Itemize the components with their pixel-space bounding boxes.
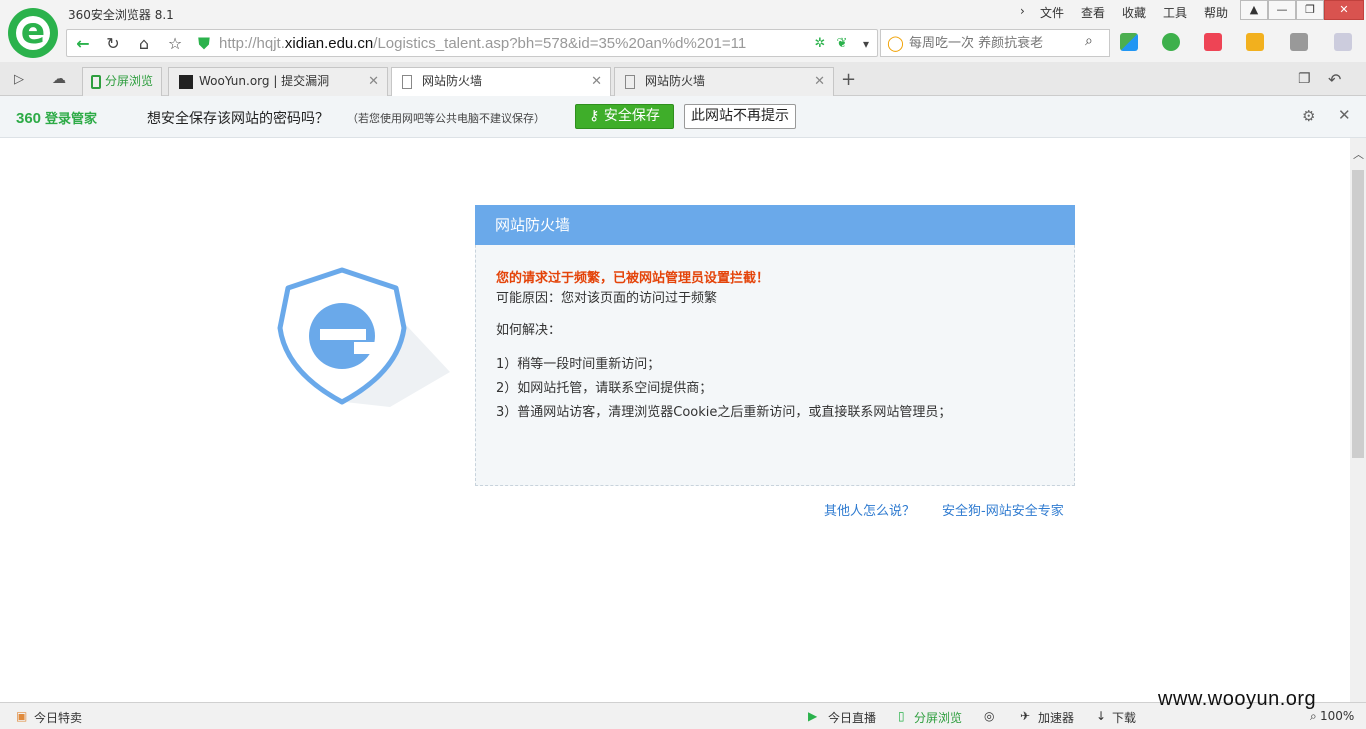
user-icon[interactable]	[1334, 33, 1352, 51]
vertical-scrollbar[interactable]: ︿	[1350, 138, 1366, 702]
search-icon[interactable]: ⌕	[1085, 33, 1093, 49]
firewall-step: 1）稍等一段时间重新访问；	[496, 357, 661, 372]
games-icon[interactable]	[1246, 33, 1264, 51]
rocket-icon[interactable]: ✈	[1020, 709, 1030, 723]
phone-icon[interactable]: ▯	[898, 709, 905, 723]
sidebar-toggle-icon[interactable]: ▷	[14, 72, 24, 87]
close-icon[interactable]: ✕	[1338, 106, 1351, 124]
chevron-down-icon[interactable]: ▾	[855, 33, 877, 55]
firewall-panel: 网站防火墙 您的请求过于频繁，已被网站管理员设置拦截！ 可能原因：您对该页面的访…	[475, 205, 1075, 486]
maximize-icon[interactable]: ❐	[1296, 0, 1324, 20]
minimize-icon[interactable]: —	[1268, 0, 1296, 20]
gift-icon[interactable]: ▣	[16, 709, 27, 723]
scrollbar-thumb[interactable]	[1352, 170, 1364, 458]
firewall-reason: 可能原因：您对该页面的访问过于频繁	[496, 291, 718, 306]
safedog-link[interactable]: 安全狗-网站安全专家	[942, 500, 1064, 519]
tab-close-icon[interactable]: ✕	[368, 68, 379, 95]
tab-split-view[interactable]: 分屏浏览	[82, 67, 162, 96]
undo-close-icon[interactable]: ↶	[1328, 70, 1341, 89]
speed-mode-icon[interactable]: ✲	[809, 33, 831, 55]
zoom-level[interactable]: 100%	[1320, 709, 1354, 723]
shield-logo-icon	[277, 267, 450, 407]
menu-tools[interactable]: 工具	[1163, 4, 1187, 21]
secure-shield-icon[interactable]: ⛊	[193, 33, 215, 55]
back-icon[interactable]: ←	[72, 33, 94, 55]
address-bar[interactable]: ← ↻ ⌂ ☆ ⛊ http://hqjt.xidian.edu.cn/Logi…	[66, 29, 878, 57]
tab-list-icon[interactable]: ❐	[1298, 71, 1311, 87]
safe-save-button[interactable]: ⚷ 安全保存	[575, 104, 674, 129]
screenshot-icon[interactable]	[1290, 33, 1308, 51]
play-icon[interactable]: ▶	[808, 709, 817, 723]
tab-bar: ▷ ☁ 分屏浏览 WooYun.org | 提交漏洞 ✕ 网站防火墙 ✕ 网站防…	[0, 62, 1366, 97]
scroll-up-icon[interactable]: ︿	[1353, 146, 1364, 162]
save-password-message: 想安全保存该网站的密码吗？	[147, 111, 329, 127]
menu-view[interactable]: 查看	[1081, 4, 1105, 21]
firewall-warning: 您的请求过于频繁，已被网站管理员设置拦截！	[496, 271, 770, 286]
firewall-how-title: 如何解决：	[496, 323, 562, 338]
security-guard-icon[interactable]	[1162, 33, 1180, 51]
split-view-link[interactable]: 分屏浏览	[914, 709, 962, 726]
phone-icon	[91, 75, 101, 89]
tab-close-icon[interactable]: ✕	[591, 68, 602, 95]
app-title: 360安全浏览器 8.1	[68, 8, 174, 22]
tab-wooyun[interactable]: WooYun.org | 提交漏洞 ✕	[168, 67, 388, 96]
search-engine-icon[interactable]: ◯	[887, 34, 904, 52]
pdf-icon[interactable]	[1204, 33, 1222, 51]
star-icon[interactable]: ☆	[164, 33, 186, 55]
page-icon	[625, 75, 635, 89]
never-for-site-button[interactable]: 此网站不再提示	[684, 104, 796, 129]
close-window-icon[interactable]: ✕	[1324, 0, 1364, 20]
tab-close-icon[interactable]: ✕	[814, 68, 825, 95]
cloud-icon[interactable]: ☁	[52, 71, 66, 87]
firewall-step: 2）如网站托管，请联系空间提供商；	[496, 381, 713, 396]
search-input[interactable]	[909, 34, 1079, 52]
firewall-step: 3）普通网站访客，清理浏览器Cookie之后重新访问，或直接联系网站管理员；	[496, 405, 952, 420]
watermark: www.wooyun.org	[1158, 688, 1317, 710]
menu-favorites[interactable]: 收藏	[1122, 4, 1146, 21]
title-bar: e 360安全浏览器 8.1 › 文件 查看 收藏 工具 帮助 ▲ — ❐ ✕ …	[0, 0, 1366, 62]
speed-icon[interactable]: ◎	[984, 709, 994, 723]
page-icon	[402, 75, 412, 89]
today-sale-link[interactable]: 今日特卖	[34, 709, 82, 726]
url-text[interactable]: http://hqjt.xidian.edu.cn/Logistics_tale…	[219, 35, 746, 52]
menu-file[interactable]: 文件	[1040, 4, 1064, 21]
skin-icon[interactable]: ▲	[1240, 0, 1268, 20]
compat-mode-icon[interactable]: ❦	[831, 33, 853, 55]
zoom-icon[interactable]: ⌕	[1310, 709, 1317, 724]
wooyun-favicon-icon	[179, 75, 193, 89]
search-box[interactable]: ◯ ⌕	[880, 29, 1110, 57]
password-save-bar: 360 登录管家 想安全保存该网站的密码吗？ （若您使用网吧等公共电脑不建议保存）…	[0, 96, 1366, 138]
app-grid-icon[interactable]	[1120, 33, 1138, 51]
tab-firewall[interactable]: 网站防火墙 ✕	[614, 67, 834, 96]
browser-logo-icon[interactable]: e	[8, 8, 58, 58]
refresh-icon[interactable]: ↻	[102, 33, 124, 55]
download-link[interactable]: 下载	[1112, 709, 1136, 726]
gear-icon[interactable]: ⚙	[1302, 107, 1315, 125]
save-password-hint: （若您使用网吧等公共电脑不建议保存）	[347, 112, 545, 125]
key-icon: ⚷	[589, 108, 600, 124]
live-link[interactable]: 今日直播	[828, 709, 876, 726]
menu-help[interactable]: 帮助	[1204, 4, 1228, 21]
firewall-title: 网站防火墙	[475, 205, 1075, 245]
home-icon[interactable]: ⌂	[133, 33, 155, 55]
others-say-link[interactable]: 其他人怎么说？	[824, 500, 915, 519]
page-content: 网站防火墙 您的请求过于频繁，已被网站管理员设置拦截！ 可能原因：您对该页面的访…	[0, 138, 1350, 702]
login-manager-brand: 360 登录管家	[16, 110, 98, 127]
menu-chevron-icon[interactable]: ›	[1020, 4, 1025, 18]
new-tab-icon[interactable]: +	[841, 69, 856, 90]
tab-firewall-active[interactable]: 网站防火墙 ✕	[391, 67, 611, 97]
accelerator-link[interactable]: 加速器	[1038, 709, 1074, 726]
download-icon[interactable]: ↓	[1096, 709, 1106, 723]
